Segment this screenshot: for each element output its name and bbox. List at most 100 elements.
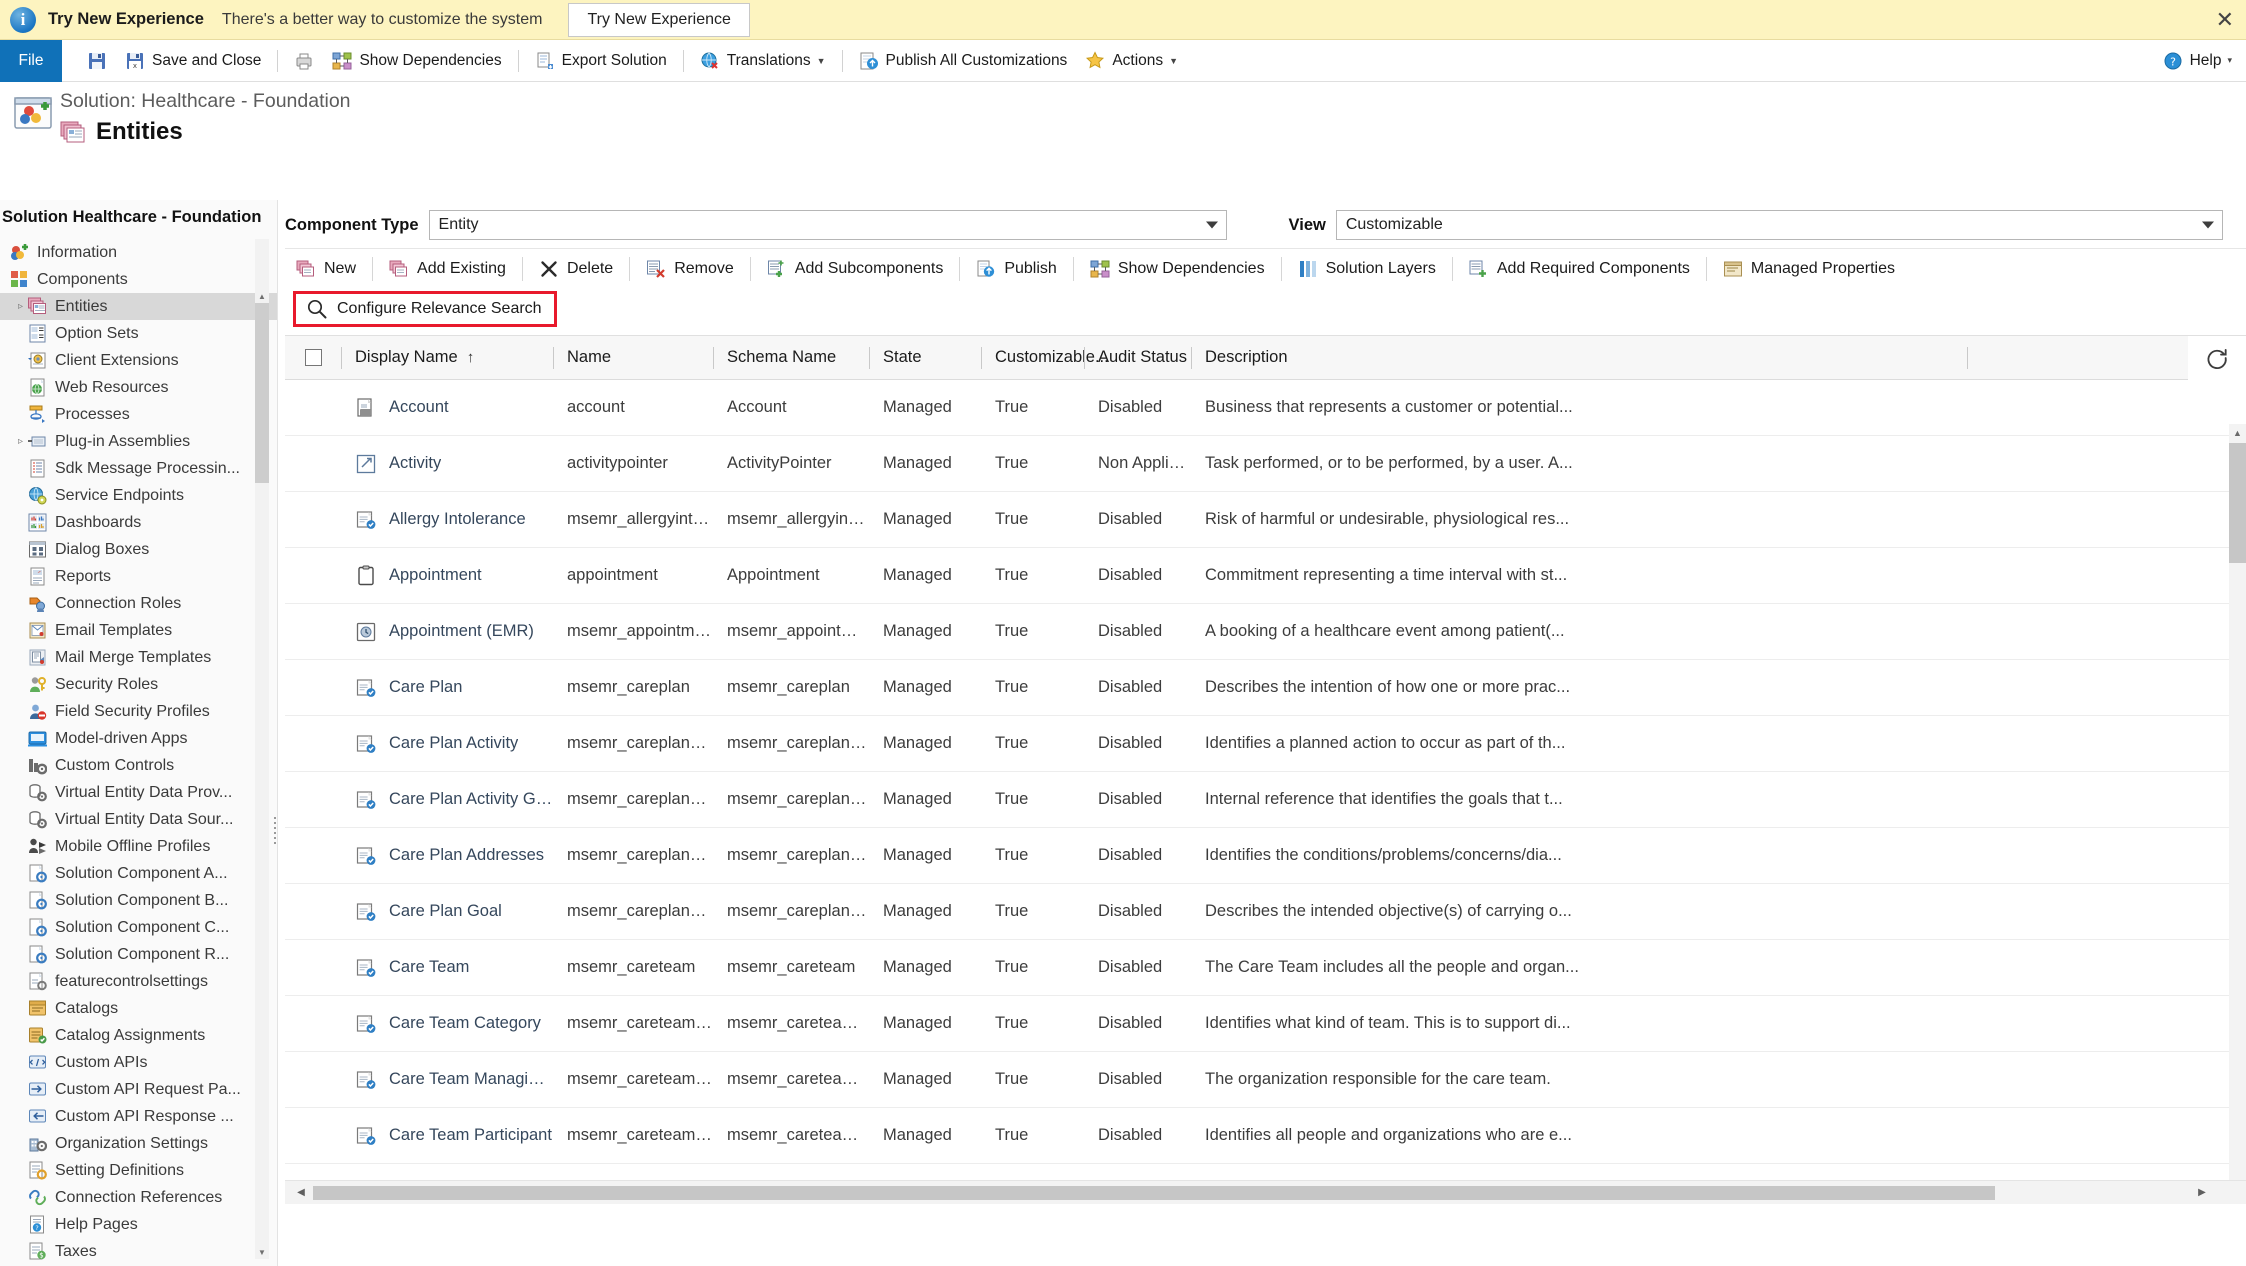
sidebar-item-organization-settings[interactable]: ▹Organization Settings (0, 1130, 277, 1157)
view-select[interactable]: Customizable (1335, 210, 2223, 240)
refresh-button[interactable] (2188, 336, 2246, 380)
sidebar-item-help-pages[interactable]: ▹?Help Pages (0, 1211, 277, 1238)
sidebar-scrollbar[interactable]: ▲ ▼ (255, 239, 269, 1259)
sidebar-item-security-roles[interactable]: ▹Security Roles (0, 671, 277, 698)
expand-chevron-icon[interactable]: ▹ (13, 301, 28, 312)
sidebar-item-solution-component-b[interactable]: ▹Solution Component B... (0, 887, 277, 914)
sidebar-item-field-security-profiles[interactable]: ▹Field Security Profiles (0, 698, 277, 725)
file-menu-tab[interactable]: File (0, 39, 62, 82)
select-all-checkbox[interactable] (304, 349, 322, 366)
sidebar-item-client-extensions[interactable]: ▹Client Extensions (0, 347, 277, 374)
translations-menu[interactable]: Translations ▼ (691, 40, 835, 82)
solution-layers-button[interactable]: Solution Layers (1287, 249, 1447, 289)
sidebar-item-service-endpoints[interactable]: ▹Service Endpoints (0, 482, 277, 509)
configure-relevance-search-button[interactable]: Configure Relevance Search (293, 291, 557, 327)
table-row[interactable]: Care Team msemr_careteam msemr_careteam Man… (285, 940, 2246, 996)
export-solution-button[interactable]: Export Solution (526, 40, 676, 82)
sidebar-item-taxes[interactable]: ▹$Taxes (0, 1238, 277, 1265)
column-header-display-name[interactable]: Display Name ↑ (341, 336, 553, 380)
table-row[interactable]: Allergy Intolerance msemr_allergyintolera… (285, 492, 2246, 548)
scroll-up-icon[interactable]: ▲ (255, 289, 269, 303)
scroll-down-icon[interactable]: ▼ (255, 1245, 269, 1259)
expand-chevron-icon[interactable]: ▹ (13, 436, 28, 447)
table-row[interactable]: Care Plan Goal msemr_careplangoal msemr_ca… (285, 884, 2246, 940)
sidebar-item-email-templates[interactable]: ▹Email Templates (0, 617, 277, 644)
grid-vertical-scrollbar[interactable]: ▲ ▼ (2229, 424, 2246, 1180)
print-button[interactable] (285, 40, 323, 82)
sidebar-item-reports[interactable]: ▹Reports (0, 563, 277, 590)
panel-splitter-handle[interactable] (271, 800, 277, 860)
column-header-audit-status[interactable]: Audit Status (1084, 336, 1191, 380)
sidebar-item-virtual-entity-data-sour[interactable]: ▹Virtual Entity Data Sour... (0, 806, 277, 833)
sidebar-item-mail-merge-templates[interactable]: ▹Mail Merge Templates (0, 644, 277, 671)
table-row[interactable]: Care Plan Activity msemr_careplanactivity… (285, 716, 2246, 772)
sidebar-item-entities[interactable]: ▹ Entities (0, 293, 277, 320)
sidebar-item-sdk-message-processin[interactable]: ▹Sdk Message Processin... (0, 455, 277, 482)
sidebar-item-custom-api-request-pa[interactable]: ▹Custom API Request Pa... (0, 1076, 277, 1103)
sidebar-item-solution-component-r[interactable]: ▹Solution Component R... (0, 941, 277, 968)
sidebar-item-information[interactable]: ▹Information (0, 239, 277, 266)
scrollbar-thumb[interactable] (313, 1186, 1995, 1200)
sidebar-item-setting-definitions[interactable]: ▹Setting Definitions (0, 1157, 277, 1184)
scrollbar-thumb[interactable] (255, 303, 269, 483)
scrollbar-thumb[interactable] (2229, 443, 2246, 563)
column-header-name[interactable]: Name (553, 336, 713, 380)
managed-properties-button[interactable]: Managed Properties (1712, 249, 1906, 289)
table-row[interactable]: Activity activitypointer ActivityPointer Ma… (285, 436, 2246, 492)
table-row[interactable]: Care Team Category msemr_careteamcateg...… (285, 996, 2246, 1052)
table-row[interactable]: Appointment appointment Appointment Managed… (285, 548, 2246, 604)
save-button[interactable] (78, 40, 116, 82)
sidebar-item-featurecontrolsettings[interactable]: ▹featurecontrolsettings (0, 968, 277, 995)
help-menu[interactable]: ? Help ▾ (2163, 51, 2246, 71)
column-header-customizable[interactable]: Customizable... (981, 336, 1109, 380)
table-row[interactable]: Care Team Participant msemr_careteamparti… (285, 1108, 2246, 1164)
show-dependencies-command[interactable]: Show Dependencies (1079, 249, 1276, 289)
delete-button[interactable]: Delete (528, 249, 624, 289)
close-icon[interactable]: ✕ (2216, 8, 2234, 31)
add-subcomponents-button[interactable]: Add Subcomponents (756, 249, 955, 289)
sidebar-item-custom-controls[interactable]: ▹Custom Controls (0, 752, 277, 779)
sidebar-item-solution-component-c[interactable]: ▹Solution Component C... (0, 914, 277, 941)
sidebar-item-dashboards[interactable]: ▹Dashboards (0, 509, 277, 536)
add-required-components-button[interactable]: Add Required Components (1458, 249, 1701, 289)
try-new-experience-button[interactable]: Try New Experience (568, 2, 750, 37)
add-existing-button[interactable]: Add Existing (378, 249, 517, 289)
scroll-left-icon[interactable]: ◀ (291, 1181, 311, 1204)
component-type-select[interactable]: Entity (428, 210, 1227, 240)
table-row[interactable]: Care Plan Addresses msemr_careplanaddre..… (285, 828, 2246, 884)
sidebar-item-processes[interactable]: ▹Processes (0, 401, 277, 428)
sidebar-item-custom-apis[interactable]: ▹Custom APIs (0, 1049, 277, 1076)
show-dependencies-button[interactable]: Show Dependencies (323, 40, 510, 82)
table-row[interactable]: Care Plan Activity Goal msemr_careplanact… (285, 772, 2246, 828)
sidebar-item-catalog-assignments[interactable]: ▹Catalog Assignments (0, 1022, 277, 1049)
sidebar-item-plug-in-assemblies[interactable]: ▹ Plug-in Assemblies (0, 428, 277, 455)
sidebar-item-web-resources[interactable]: ▹Web Resources (0, 374, 277, 401)
table-row[interactable]: Account account Account Managed True Disabled… (285, 380, 2246, 436)
sidebar-item-components[interactable]: ▹Components (0, 266, 277, 293)
remove-button[interactable]: Remove (635, 249, 745, 289)
table-row[interactable]: Appointment (EMR) msemr_appointmente... ms… (285, 604, 2246, 660)
table-row[interactable]: Care Plan msemr_careplan msemr_careplan Man… (285, 660, 2246, 716)
grid-horizontal-scrollbar[interactable]: ◀ ▶ (285, 1180, 2246, 1204)
sidebar-item-virtual-entity-data-prov[interactable]: ▹Virtual Entity Data Prov... (0, 779, 277, 806)
column-header-description[interactable]: Description (1191, 336, 1497, 380)
save-and-close-button[interactable]: x Save and Close (116, 40, 270, 82)
sidebar-item-mobile-offline-profiles[interactable]: ▹Mobile Offline Profiles (0, 833, 277, 860)
publish-button[interactable]: Publish (965, 249, 1067, 289)
sidebar-item-custom-api-response[interactable]: ▹Custom API Response ... (0, 1103, 277, 1130)
sidebar-item-connection-roles[interactable]: ▹Connection Roles (0, 590, 277, 617)
new-button[interactable]: New (285, 249, 367, 289)
sidebar-item-solution-component-a[interactable]: ▹Solution Component A... (0, 860, 277, 887)
scroll-right-icon[interactable]: ▶ (2192, 1181, 2212, 1204)
sidebar-item-catalogs[interactable]: ▹Catalogs (0, 995, 277, 1022)
select-all-cell[interactable] (285, 349, 341, 366)
table-row[interactable]: Care Team Participant Rolemsemr_careteam… (285, 1164, 2246, 1180)
column-header-schema-name[interactable]: Schema Name (713, 336, 869, 380)
publish-all-customizations-button[interactable]: Publish All Customizations (850, 40, 1077, 82)
sidebar-item-model-driven-apps[interactable]: ▹Model-driven Apps (0, 725, 277, 752)
scroll-up-icon[interactable]: ▲ (2229, 424, 2246, 441)
column-header-state[interactable]: State (869, 336, 981, 380)
actions-menu[interactable]: Actions ▼ (1076, 40, 1187, 82)
table-row[interactable]: Care Team Managing Organiza... msemr_care… (285, 1052, 2246, 1108)
sidebar-item-dialog-boxes[interactable]: ▹Dialog Boxes (0, 536, 277, 563)
